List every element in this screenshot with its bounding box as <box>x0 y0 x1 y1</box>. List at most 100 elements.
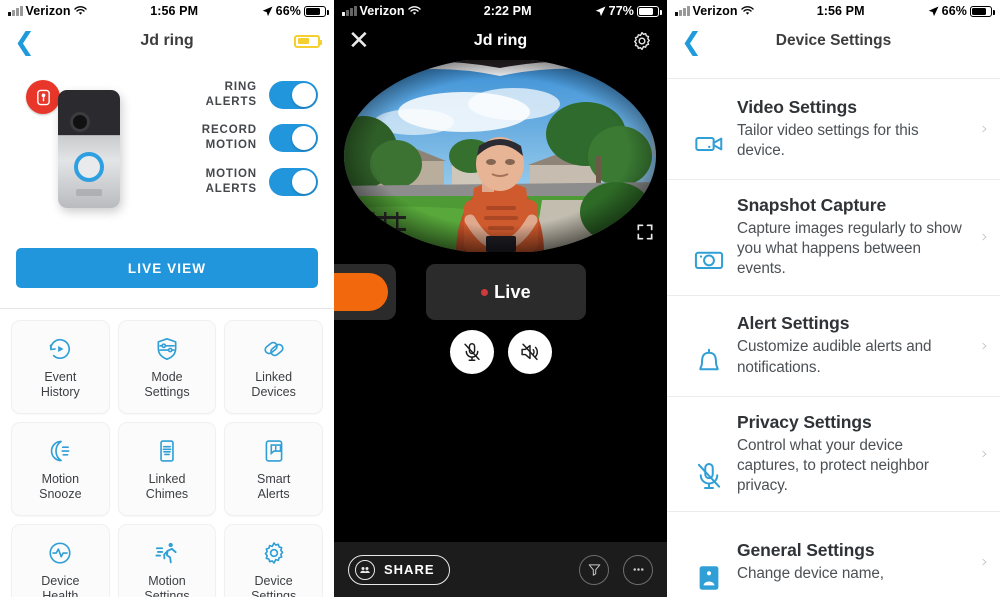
setting-description: Capture images regularly to show you wha… <box>737 220 962 278</box>
tile-label: Event History <box>40 369 80 399</box>
feature-tile-grid: Event History Mode Settings Linked Devic… <box>0 309 334 597</box>
toggle-label: MOTION ALERTS <box>205 167 257 195</box>
device-battery-indicator[interactable] <box>294 34 322 48</box>
close-x-icon[interactable]: ✕ <box>348 28 370 54</box>
carrier-label: Verizon <box>25 4 71 18</box>
tile-label: Linked Chimes <box>145 471 189 501</box>
toggle-ring-alerts[interactable]: RING ALERTS <box>166 80 318 109</box>
tile-device-health[interactable]: Device Health <box>11 524 110 597</box>
setting-title: Privacy Settings <box>737 411 872 432</box>
tile-motion-settings[interactable]: Motion Settings <box>117 524 217 597</box>
live-view-screen: Verizon 2:22 PM 77% ✕ Jd ring Live SHARE <box>334 0 667 597</box>
device-settings-gear-icon <box>261 539 287 567</box>
setting-text: Video Settings Tailor video settings for… <box>737 97 970 161</box>
battery-percent-label: 66% <box>275 4 301 18</box>
signal-bars-icon <box>675 6 690 16</box>
switch[interactable] <box>269 80 318 109</box>
toggle-label: RING ALERTS <box>205 81 257 108</box>
page-title: Device Settings <box>775 32 892 49</box>
microphone-muted-button[interactable] <box>449 330 494 374</box>
smart-alerts-phone-icon <box>261 437 287 465</box>
motion-settings-runner-icon <box>154 539 180 567</box>
doorbell-fisheye-view <box>334 60 667 252</box>
microphone-muted-icon <box>681 460 737 496</box>
tile-smart-alerts[interactable]: Smart Alerts <box>224 422 323 516</box>
tile-label: Device Settings <box>251 573 297 597</box>
talk-button-holder[interactable] <box>334 264 396 320</box>
live-label: Live <box>494 281 531 302</box>
live-button[interactable]: Live <box>426 264 586 320</box>
motion-snooze-moon-icon <box>47 437 73 465</box>
status-bar-right: 66% <box>928 4 995 18</box>
linked-chimes-icon <box>154 437 180 465</box>
switch[interactable] <box>269 124 318 153</box>
setting-row-snapshot-capture[interactable]: Snapshot Capture Capture images regularl… <box>667 180 1000 296</box>
wifi-icon <box>73 6 87 15</box>
chevron-right-icon: › <box>981 552 988 573</box>
setting-text: Snapshot Capture Capture images regularl… <box>737 195 970 280</box>
battery-icon <box>304 5 329 17</box>
tile-label: Device Health <box>41 573 80 597</box>
device-image-area <box>16 68 166 240</box>
tile-mode-settings[interactable]: Mode Settings <box>117 320 217 414</box>
ring-logo <box>76 189 102 196</box>
setting-row-alert-settings[interactable]: Alert Settings Customize audible alerts … <box>667 296 1000 397</box>
more-options-button[interactable] <box>623 554 653 585</box>
gear-icon <box>634 31 650 51</box>
camera-feed[interactable] <box>334 60 667 252</box>
camera-icon <box>681 244 737 280</box>
more-ellipsis-icon <box>633 568 643 571</box>
setting-title: Snapshot Capture <box>737 195 887 215</box>
settings-gear-button[interactable] <box>631 30 653 52</box>
location-arrow-icon <box>262 6 273 16</box>
chevron-right-icon: › <box>981 443 988 464</box>
filter-button[interactable] <box>579 554 609 585</box>
expand-fullscreen-icon[interactable] <box>635 222 655 242</box>
setting-title: General Settings <box>737 540 875 561</box>
chevron-right-icon: › <box>981 119 988 139</box>
live-bottom-bar: SHARE <box>334 542 667 597</box>
live-bottom-actions <box>579 554 653 585</box>
setting-description: Tailor video settings for this device. <box>737 121 919 159</box>
setting-row-general-settings[interactable]: General Settings Change device name, › <box>667 512 1000 597</box>
status-bar-left: Verizon <box>8 4 87 18</box>
setting-row-video-settings[interactable]: Video Settings Tailor video settings for… <box>667 79 1000 180</box>
status-bar-left: Verizon <box>675 4 754 18</box>
mode-settings-shield-icon <box>154 335 180 363</box>
carrier-label: Verizon <box>359 4 405 18</box>
status-bar-time: 1:56 PM <box>150 4 199 18</box>
toggle-motion-alerts[interactable]: MOTION ALERTS <box>166 167 318 196</box>
back-chevron-icon[interactable]: ❮ <box>681 29 702 54</box>
status-bar-left: Verizon <box>342 4 421 18</box>
battery-percent-label: 66% <box>941 4 967 18</box>
battery-icon <box>637 5 662 17</box>
setting-description: Customize audible alerts and notificatio… <box>737 338 932 376</box>
tile-event-history[interactable]: Event History <box>11 320 110 414</box>
speaker-muted-button[interactable] <box>507 330 552 374</box>
live-view-button[interactable]: LIVE VIEW <box>16 248 318 288</box>
tile-device-settings[interactable]: Device Settings <box>224 524 323 597</box>
device-health-pulse-icon <box>47 539 73 567</box>
tile-linked-devices[interactable]: Linked Devices <box>224 320 323 414</box>
doorbell-alert-badge-icon <box>26 80 60 114</box>
tile-linked-chimes[interactable]: Linked Chimes <box>117 422 217 516</box>
setting-description: Change device name, <box>737 565 884 583</box>
wifi-icon <box>740 6 754 15</box>
chevron-right-icon: › <box>981 227 988 248</box>
location-arrow-icon <box>595 6 606 16</box>
video-camera-icon <box>681 128 737 164</box>
setting-row-privacy-settings[interactable]: Privacy Settings Control what your devic… <box>667 397 1000 513</box>
battery-percent-label: 77% <box>608 4 634 18</box>
status-bar: Verizon 1:56 PM 66% <box>0 0 334 22</box>
device-overview-screen: Verizon 1:56 PM 66% ❮ Jd ring RING ALERT… <box>0 0 334 597</box>
doorbell-button-ring <box>74 152 104 182</box>
share-neighbors-icon <box>355 559 375 580</box>
toggle-record-motion[interactable]: RECORD MOTION <box>166 123 318 153</box>
share-button[interactable]: SHARE <box>348 554 450 585</box>
back-chevron-icon[interactable]: ❮ <box>14 29 35 54</box>
speaker-muted-icon <box>520 343 538 361</box>
switch[interactable] <box>269 167 318 196</box>
talk-button[interactable] <box>334 273 388 311</box>
tile-motion-snooze[interactable]: Motion Snooze <box>11 422 110 516</box>
tile-label: Motion Settings <box>144 573 190 597</box>
